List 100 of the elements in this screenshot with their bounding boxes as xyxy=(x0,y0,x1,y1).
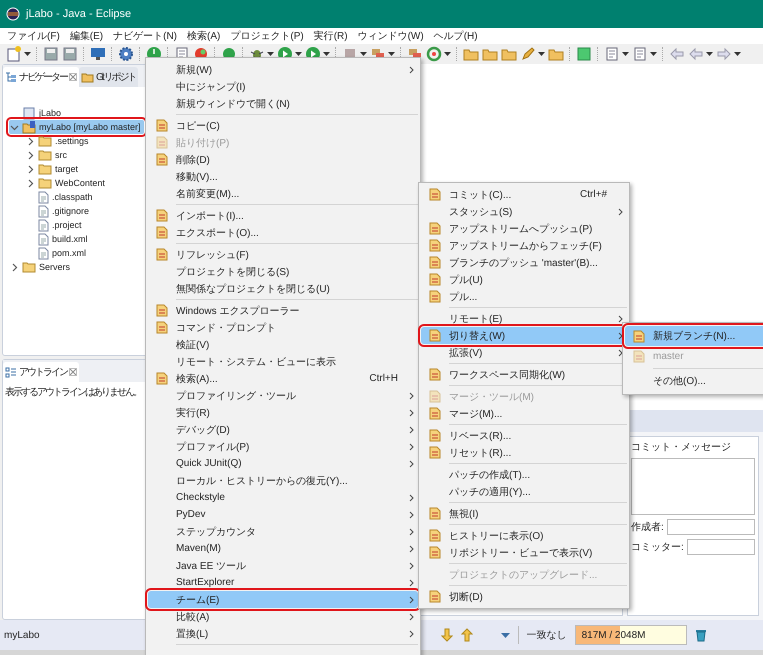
menu-item[interactable]: アップストリームへプッシュ(P) xyxy=(421,220,627,237)
menu-item[interactable]: リモート・システム・ビューに表示 xyxy=(148,353,418,370)
arrow-down-icon[interactable] xyxy=(440,628,453,642)
tree-item[interactable]: pom.xml xyxy=(25,246,90,260)
menu-bar-item[interactable]: ウィンドウ(W) xyxy=(352,29,429,43)
menu-item[interactable]: プル... xyxy=(421,288,627,305)
gear-icon[interactable] xyxy=(118,46,134,62)
save-icon[interactable] xyxy=(62,46,78,62)
menu-item[interactable]: リポジトリー・ビューで表示(V) xyxy=(421,544,627,561)
menu-item[interactable]: 削除(D) xyxy=(148,151,418,168)
tree-item[interactable]: .project xyxy=(25,218,85,232)
chevron-right-icon[interactable] xyxy=(26,178,34,188)
menu-item[interactable]: Checkstyle xyxy=(148,489,418,506)
menu-item[interactable]: 切断(D) xyxy=(421,588,627,605)
tree-item[interactable]: target xyxy=(25,162,82,176)
menu-item[interactable]: 名前変更(M)... xyxy=(148,185,418,202)
pen-icon[interactable] xyxy=(520,46,536,62)
menu-item[interactable]: リフレッシュ(F) xyxy=(148,246,418,263)
chevron-right-icon[interactable] xyxy=(26,164,34,174)
menu-item[interactable]: StartExplorer xyxy=(148,574,418,591)
menu-item[interactable]: アップストリームからフェッチ(F) xyxy=(421,237,627,254)
caret-down-icon[interactable] xyxy=(706,52,713,56)
menu-item[interactable]: プル(U) xyxy=(421,271,627,288)
commit-message-field[interactable] xyxy=(631,458,755,515)
menu-item[interactable]: スタッシュ(S) xyxy=(421,203,627,220)
menu-item[interactable]: プロジェクトを閉じる(S) xyxy=(148,263,418,280)
tree-item[interactable]: .settings xyxy=(25,134,92,148)
menu-item[interactable]: 置換(L) xyxy=(148,625,418,642)
menu-item[interactable]: リセット(R)... xyxy=(421,444,627,461)
menu-item[interactable]: 検索(A)... Ctrl+H xyxy=(148,370,418,387)
menu-item[interactable]: 無関係なプロジェクトを閉じる(U) xyxy=(148,280,418,297)
menu-item[interactable]: 移動(V)... xyxy=(148,168,418,185)
close-icon[interactable] xyxy=(69,73,77,81)
menu-item[interactable]: パッチの作成(T)... xyxy=(421,466,627,483)
menu-item[interactable]: コミット(C)... Ctrl+# xyxy=(421,186,627,203)
menu-bar-item[interactable]: ヘルプ(H) xyxy=(428,29,483,43)
menu-item[interactable]: 新規ウィンドウで開く(N) xyxy=(148,95,418,112)
menu-item[interactable]: インポート(I)... xyxy=(148,207,418,224)
menu-item[interactable]: その他(O)... xyxy=(625,371,763,391)
monitor-icon[interactable] xyxy=(90,46,106,62)
menu-item[interactable]: 新規ブランチ(N)... xyxy=(625,326,763,346)
menu-item[interactable]: パッチの適用(Y)... xyxy=(421,483,627,500)
tree-item[interactable]: .gitignore xyxy=(25,204,92,218)
arrow-left-icon[interactable] xyxy=(669,46,685,62)
menu-item[interactable]: Windows エクスプローラー xyxy=(148,302,418,319)
menu-item[interactable]: エクスポート(O)... xyxy=(148,224,418,241)
view-tab[interactable]: Git リポジト xyxy=(79,67,138,87)
menu-item[interactable]: コマンド・プロンプト xyxy=(148,319,418,336)
menu-item[interactable]: リベース(R)... xyxy=(421,427,627,444)
menu-bar-item[interactable]: ファイル(F) xyxy=(2,29,65,43)
menu-bar-item[interactable]: 編集(E) xyxy=(64,29,108,43)
menu-bar-item[interactable]: 実行(R) xyxy=(308,29,353,43)
chevron-right-icon[interactable] xyxy=(10,262,18,272)
tree-item[interactable]: myLabo [myLabo master] xyxy=(9,120,144,134)
menu-bar-item[interactable]: プロジェクト(P) xyxy=(225,29,309,43)
menu-item[interactable]: プロファイル(P) xyxy=(148,438,418,455)
menu-item[interactable]: 新規(W) xyxy=(148,61,418,78)
caret-down-icon[interactable] xyxy=(734,52,741,56)
tree-item[interactable]: jLabo xyxy=(9,106,64,120)
caret-down-icon[interactable] xyxy=(444,52,451,56)
menu-item[interactable]: Java EE ツール xyxy=(148,557,418,574)
menu-item[interactable]: 検証(V) xyxy=(148,336,418,353)
menu-item[interactable]: リモート(E) xyxy=(421,310,627,327)
chevron-right-icon[interactable] xyxy=(26,136,34,146)
close-icon[interactable] xyxy=(69,368,77,376)
menu-bar-item[interactable]: ナビゲート(N) xyxy=(108,29,182,43)
menu-item[interactable]: PyDev xyxy=(148,506,418,523)
tree-item[interactable]: build.xml xyxy=(25,232,91,246)
chevron-down-icon[interactable] xyxy=(10,122,18,132)
menu-item[interactable]: 無視(I) xyxy=(421,505,627,522)
menu-item[interactable]: デバッグ(D) xyxy=(148,421,418,438)
caret-down-icon[interactable] xyxy=(650,52,657,56)
caret-down-icon[interactable] xyxy=(622,52,629,56)
menu-item[interactable]: ブランチのプッシュ 'master'(B)... xyxy=(421,254,627,271)
document-icon[interactable] xyxy=(632,46,648,62)
menu-item[interactable]: マージ(M)... xyxy=(421,405,627,422)
menu-bar-item[interactable]: 検索(A) xyxy=(182,29,226,43)
menu-item[interactable]: プロファイリング・ツール xyxy=(148,387,418,404)
menu-item[interactable]: ヒストリーに表示(O) xyxy=(421,527,627,544)
menu-item[interactable]: 中にジャンプ(I) xyxy=(148,78,418,95)
view-tab[interactable]: アウトライン xyxy=(3,362,79,382)
menu-item[interactable]: コピー(C) xyxy=(148,117,418,134)
new-file-icon[interactable] xyxy=(6,46,22,62)
tree-item[interactable]: Servers xyxy=(9,260,74,274)
menu-item[interactable]: ステップカウンタ xyxy=(148,523,418,540)
menu-item[interactable]: 実行(R) xyxy=(148,404,418,421)
menu-item[interactable]: 比較(A) xyxy=(148,608,418,625)
committer-field[interactable] xyxy=(686,539,755,555)
menu-item[interactable]: ローカル・ヒストリーからの復元(Y)... xyxy=(148,472,418,489)
caret-down-icon[interactable] xyxy=(538,52,545,56)
tree-item[interactable]: src xyxy=(25,148,70,162)
tree-item[interactable]: WebContent xyxy=(25,176,108,190)
document-icon[interactable] xyxy=(604,46,620,62)
author-field[interactable] xyxy=(666,519,755,535)
square-icon[interactable] xyxy=(576,46,592,62)
menu-item[interactable]: Maven(M) xyxy=(148,540,418,557)
menu-item[interactable]: チーム(E) xyxy=(148,591,418,608)
arrow-up-icon[interactable] xyxy=(460,628,473,642)
caret-down-icon[interactable] xyxy=(24,52,31,56)
view-tab[interactable]: ナビゲーター xyxy=(3,67,79,87)
